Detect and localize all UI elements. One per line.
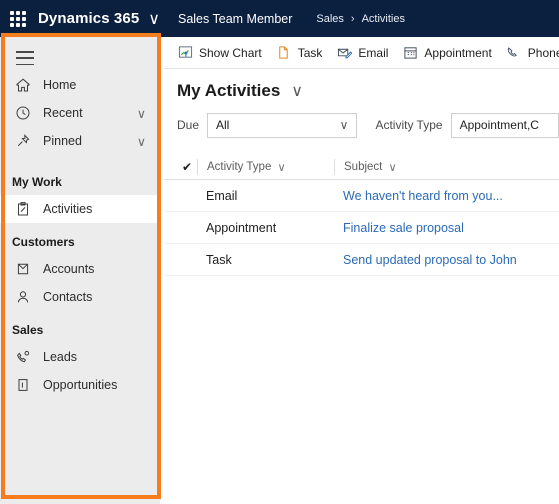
sidebar-navigation: Home Recent ∨ Pinned ∨ My Work Activitie… bbox=[0, 37, 160, 504]
column-label: Subject bbox=[344, 160, 383, 173]
table-row[interactable]: Email We haven't heard from you... bbox=[164, 180, 559, 212]
breadcrumb-parent[interactable]: Sales bbox=[316, 13, 344, 25]
account-icon bbox=[14, 260, 32, 278]
sidebar-item-label: Pinned bbox=[43, 134, 82, 148]
breadcrumb-current[interactable]: Activities bbox=[362, 13, 405, 25]
sidebar-item-recent[interactable]: Recent ∨ bbox=[0, 99, 160, 127]
chevron-down-icon[interactable]: ∨ bbox=[137, 134, 146, 149]
pin-icon bbox=[14, 132, 32, 150]
clipboard-icon bbox=[14, 200, 32, 218]
cell-subject-link[interactable]: Finalize sale proposal bbox=[334, 221, 544, 235]
show-chart-button[interactable]: Show Chart bbox=[170, 38, 269, 68]
table-row[interactable]: Appointment Finalize sale proposal bbox=[164, 212, 559, 244]
column-header-subject[interactable]: Subject ∨ bbox=[334, 158, 534, 175]
top-header-bar: Dynamics 365 ∨ Sales Team Member Sales ›… bbox=[0, 0, 559, 37]
chevron-down-icon[interactable]: ∨ bbox=[291, 81, 303, 101]
phone-icon bbox=[506, 45, 522, 61]
sidebar-item-accounts[interactable]: Accounts bbox=[0, 255, 160, 283]
chevron-down-icon: ∨ bbox=[277, 161, 286, 174]
chevron-down-icon[interactable]: ∨ bbox=[137, 106, 146, 121]
sidebar-item-label: Home bbox=[43, 78, 77, 92]
new-appointment-button[interactable]: Appointment bbox=[395, 38, 498, 68]
view-selector[interactable]: My Activities ∨ bbox=[164, 69, 559, 107]
sidebar-item-label: Activities bbox=[43, 202, 93, 216]
clock-icon bbox=[14, 104, 32, 122]
sidebar-group-customers-label: Customers bbox=[12, 235, 75, 249]
cell-subject-link[interactable]: We haven't heard from you... bbox=[334, 189, 544, 203]
sidebar-item-leads[interactable]: Leads bbox=[0, 343, 160, 371]
app-launcher-icon[interactable] bbox=[10, 10, 26, 27]
sidebar-item-opportunities[interactable]: Opportunities bbox=[0, 371, 160, 399]
email-envelope-icon bbox=[336, 45, 352, 61]
sidebar-item-label: Leads bbox=[43, 350, 78, 364]
column-label: Activity Type bbox=[207, 160, 272, 173]
cell-subject-link[interactable]: Send updated proposal to John bbox=[334, 253, 544, 267]
column-header-activity-type[interactable]: Activity Type ∨ bbox=[197, 158, 334, 175]
sidebar-group-my-work-label: My Work bbox=[12, 175, 62, 189]
due-filter-dropdown[interactable]: All ∨ bbox=[207, 112, 358, 138]
home-icon bbox=[14, 76, 32, 94]
sidebar-item-label: Contacts bbox=[43, 290, 93, 304]
app-name-label[interactable]: Sales Team Member bbox=[178, 12, 292, 26]
lead-icon bbox=[14, 348, 32, 366]
command-bar: Show Chart Task Email Appointment Phone bbox=[164, 37, 559, 69]
sidebar-item-label: Opportunities bbox=[43, 378, 118, 392]
command-label: Email bbox=[358, 45, 389, 60]
activity-type-filter-label: Activity Type bbox=[375, 118, 443, 132]
sidebar-item-contacts[interactable]: Contacts bbox=[0, 283, 160, 311]
command-label: Task bbox=[297, 45, 323, 60]
cell-activity-type: Appointment bbox=[206, 220, 277, 235]
cell-activity-type: Email bbox=[206, 188, 238, 203]
due-filter-label: Due bbox=[177, 118, 200, 132]
sidebar-item-label: Recent bbox=[43, 106, 83, 120]
activity-type-filter-dropdown[interactable]: Appointment,C bbox=[450, 112, 559, 138]
grid-header-row: ✔ Activity Type ∨ Subject ∨ bbox=[164, 154, 559, 180]
opportunity-icon bbox=[14, 376, 32, 394]
command-label: Show Chart bbox=[199, 45, 262, 60]
brand-chevron-down-icon[interactable]: ∨ bbox=[148, 9, 160, 29]
calendar-icon bbox=[402, 45, 418, 61]
breadcrumb: Sales › Activities bbox=[316, 13, 405, 25]
chevron-down-icon: ∨ bbox=[339, 118, 349, 132]
sidebar-group-sales-label: Sales bbox=[12, 323, 44, 337]
sidebar-item-pinned[interactable]: Pinned ∨ bbox=[0, 127, 160, 155]
command-label: Phone Call bbox=[527, 45, 559, 60]
sidebar-item-label: Accounts bbox=[43, 262, 95, 276]
main-content-area: Show Chart Task Email Appointment Phone bbox=[164, 37, 559, 504]
task-document-icon bbox=[276, 45, 292, 61]
hamburger-icon[interactable] bbox=[16, 51, 34, 65]
cell-activity-type: Task bbox=[206, 252, 232, 267]
sidebar-item-activities[interactable]: Activities bbox=[0, 195, 160, 223]
sidebar-item-home[interactable]: Home bbox=[0, 71, 160, 99]
chart-icon bbox=[177, 45, 193, 61]
breadcrumb-separator-icon: › bbox=[350, 12, 355, 25]
filter-bar: Due All ∨ Activity Type Appointment,C bbox=[164, 111, 559, 139]
page-title: My Activities bbox=[177, 81, 281, 100]
brand-title: Dynamics 365 bbox=[38, 10, 140, 27]
chevron-down-icon: ∨ bbox=[388, 161, 397, 174]
new-task-button[interactable]: Task bbox=[269, 38, 330, 68]
due-filter-value: All bbox=[216, 118, 230, 132]
new-email-button[interactable]: Email bbox=[329, 38, 395, 68]
new-phone-call-button[interactable]: Phone Call bbox=[499, 38, 559, 68]
select-all-checkmark-icon[interactable]: ✔ bbox=[177, 160, 197, 174]
contact-icon bbox=[14, 288, 32, 306]
activity-type-filter-value: Appointment,C bbox=[459, 118, 539, 132]
table-row[interactable]: Task Send updated proposal to John bbox=[164, 244, 559, 276]
command-label: Appointment bbox=[424, 45, 492, 60]
